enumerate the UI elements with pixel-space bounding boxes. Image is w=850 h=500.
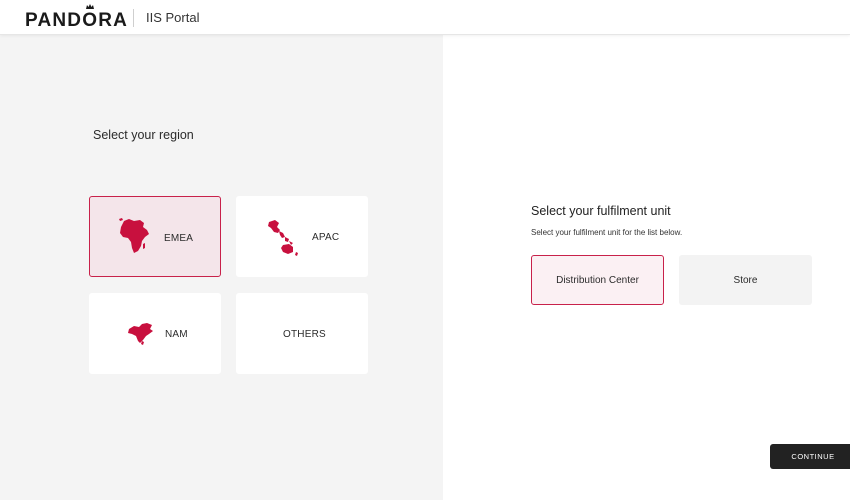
- region-card-emea[interactable]: EMEA: [89, 196, 221, 277]
- region-card-others[interactable]: OTHERS: [236, 293, 368, 374]
- africa-map-icon: [119, 218, 149, 253]
- region-panel: [0, 35, 443, 500]
- unit-card-distribution-center[interactable]: Distribution Center: [531, 255, 664, 305]
- north-america-map-icon: [128, 323, 153, 345]
- region-label-nam: NAM: [165, 329, 188, 340]
- asia-pacific-map-icon: [268, 220, 298, 256]
- continue-button[interactable]: CONTINUE: [770, 444, 850, 469]
- header-divider: [133, 9, 134, 27]
- top-bar: PAND ORA IIS Portal: [0, 0, 850, 35]
- region-card-nam[interactable]: NAM: [89, 293, 221, 374]
- region-label-emea: EMEA: [164, 233, 194, 244]
- fulfilment-heading: Select your fulfilment unit: [531, 204, 671, 218]
- logo-text-start: PAND: [25, 10, 83, 31]
- logo-text-end: RA: [98, 10, 129, 31]
- fulfilment-subheading: Select your fulfilment unit for the list…: [531, 228, 683, 237]
- portal-title: IIS Portal: [146, 10, 200, 25]
- region-card-apac[interactable]: APAC: [236, 196, 368, 277]
- pandora-logo[interactable]: PAND ORA: [25, 4, 129, 32]
- unit-card-store[interactable]: Store: [679, 255, 812, 305]
- crown-icon: [86, 4, 95, 9]
- unit-label-distribution-center: Distribution Center: [556, 274, 639, 286]
- region-label-others: OTHERS: [283, 329, 326, 340]
- unit-label-store: Store: [733, 274, 758, 286]
- region-label-apac: APAC: [312, 232, 340, 243]
- region-heading: Select your region: [93, 128, 194, 142]
- logo-crowned-o: O: [82, 4, 98, 32]
